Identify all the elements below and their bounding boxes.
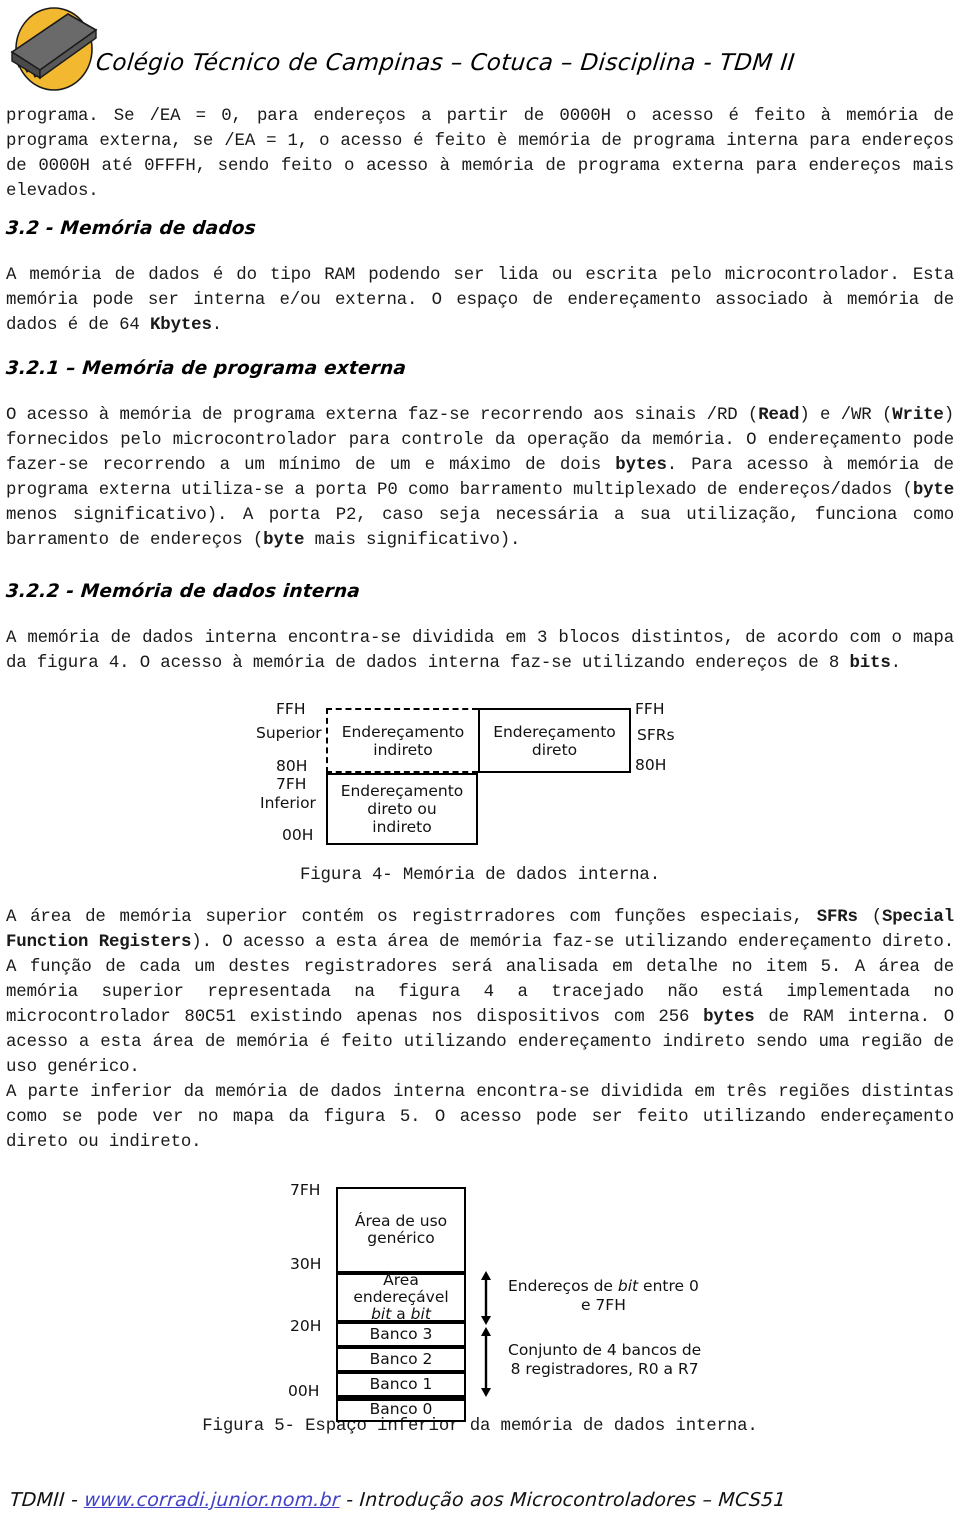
microcontroller-chip-icon xyxy=(10,7,98,91)
fig4-label-80h-left: 80H xyxy=(276,757,308,775)
figure-4-caption: Figura 4- Memória de dados interna. xyxy=(299,866,660,885)
fig4-block-line2: direto ou xyxy=(367,800,437,818)
paragraph-sfrs: A área de memória superior contém os reg… xyxy=(0,905,960,1080)
text-frag: . xyxy=(211,316,223,335)
fig5-label-00h: 00H xyxy=(288,1382,320,1400)
fig5-mid-a: a xyxy=(391,1305,411,1323)
footer-prefix: TDMII - xyxy=(9,1489,86,1511)
fig4-block-line3: indireto xyxy=(372,818,432,836)
footer-suffix: - Introdução aos Microcontroladores – MC… xyxy=(339,1489,787,1511)
fig5-label-20h: 20H xyxy=(290,1317,322,1335)
italic-bit: bit xyxy=(617,1277,639,1295)
paragraph-memoria-programa-externa: O acesso à memória de programa externa f… xyxy=(0,403,960,553)
fig5-row-line1: Área de uso xyxy=(354,1212,448,1230)
text-frag: ( xyxy=(857,908,882,927)
figure-5: 7FH 30H 20H 00H Área de uso genérico Áre… xyxy=(0,1179,960,1422)
paragraph-memoria-dados: A memória de dados é do tipo RAM podendo… xyxy=(0,263,960,338)
bold-read: Read xyxy=(758,406,800,425)
frag-b: entre 0 xyxy=(638,1277,699,1295)
page-footer: TDMII - www.corradi.junior.nom.br - Intr… xyxy=(0,1483,960,1531)
page-title: Colégio Técnico de Campinas – Cotuca – D… xyxy=(94,50,797,76)
fig5-row-banco-0: Banco 0 xyxy=(336,1397,466,1422)
fig5-row-label: Banco 0 xyxy=(369,1400,433,1418)
fig5-annotation-bit-range: Endereços de bit entre 0 e 7FH xyxy=(508,1277,699,1315)
figure-4: FFH Superior 80H 7FH Inferior 00H Endere… xyxy=(0,696,960,856)
fig4-label-ffh-right: FFH xyxy=(635,700,665,718)
paragraph-intro: programa. Se /EA = 0, para endereços a p… xyxy=(6,107,954,201)
fig5-italic-bit-2: bit xyxy=(410,1305,431,1323)
fig4-block-line2: direto xyxy=(531,740,578,759)
fig5-annotation-line2: e 7FH xyxy=(580,1296,626,1314)
text-frag: A memória de dados é do tipo RAM podendo… xyxy=(6,266,954,335)
heading-3-2: 3.2 - Memória de dados xyxy=(5,218,257,239)
fig5-label-7fh: 7FH xyxy=(290,1181,321,1199)
bold-sfrs: SFRs xyxy=(816,908,858,927)
fig4-label-inferior: Inferior xyxy=(260,794,316,812)
fig4-label-ffh-left: FFH xyxy=(276,700,306,718)
footer-website-link[interactable]: www.corradi.junior.nom.br xyxy=(84,1489,341,1511)
fig4-label-sfrs: SFRs xyxy=(637,726,675,744)
fig5-row-area-enderecavel-bit: Área endereçável bit a bit xyxy=(336,1271,466,1323)
figure-5-caption: Figura 5- Espaço inferior da memória de … xyxy=(202,1417,758,1436)
text-frag: mais significativo). xyxy=(304,531,521,550)
fig5-row-label: Banco 2 xyxy=(369,1350,433,1368)
paragraph-memoria-dados-interna: A memória de dados interna encontra-se d… xyxy=(0,626,960,676)
fig5-row-line2: genérico xyxy=(367,1229,435,1247)
fig5-row-banco-1-dup xyxy=(336,1372,466,1397)
bold-kbytes: Kbytes xyxy=(150,316,212,335)
fig4-label-7fh-left: 7FH xyxy=(276,775,307,793)
fig4-block-enderecamento-direto: Endereçamento direto xyxy=(478,708,631,773)
fig5-row-banco-2: Banco 2 xyxy=(336,1347,466,1372)
fig5-label-30h: 30H xyxy=(290,1255,322,1273)
fig4-block-enderecamento-indireto: Endereçamento indireto xyxy=(326,708,478,773)
fig4-block-direto-ou-indireto: Endereçamento direto ou indireto xyxy=(326,773,478,845)
fig5-annotation-banks: Conjunto de 4 bancos de 8 registradores,… xyxy=(508,1341,701,1379)
fig4-label-superior: Superior xyxy=(256,724,322,742)
page-header: Colégio Técnico de Campinas – Cotuca – D… xyxy=(0,0,960,98)
footer-line: TDMII - www.corradi.junior.nom.br - Intr… xyxy=(9,1489,786,1511)
fig4-label-80h-right: 80H xyxy=(635,756,667,774)
bold-bytes-2: bytes xyxy=(703,1008,755,1027)
fig5-row-label: Banco 3 xyxy=(369,1325,433,1343)
fig5-row-line1: Área endereçável xyxy=(353,1271,449,1306)
bold-bits: bits xyxy=(849,654,891,673)
fig5-annotation-line1: Conjunto de 4 bancos de xyxy=(508,1341,702,1359)
fig5-annotation-line1: Endereços de bit entre 0 xyxy=(508,1277,699,1296)
bold-byte-1: byte xyxy=(912,481,954,500)
bold-byte-2: byte xyxy=(263,531,305,550)
text-frag: A área de memória superior contém os reg… xyxy=(6,908,817,927)
fig4-block-line2: indireto xyxy=(373,740,433,759)
fig5-arrows-icon xyxy=(481,1271,491,1397)
fig5-row-line2: bit a bit xyxy=(371,1306,431,1323)
text-frag: O acesso à memória de programa externa f… xyxy=(6,406,759,425)
frag-a: Endereços de xyxy=(508,1277,618,1295)
fig5-italic-bit-1: bit xyxy=(371,1305,392,1323)
text-frag: . xyxy=(890,654,901,673)
paragraph-parte-inferior: A parte inferior da memória de dados int… xyxy=(6,1083,954,1152)
text-frag: A memória de dados interna encontra-se d… xyxy=(6,629,954,673)
bold-bytes: bytes xyxy=(615,456,667,475)
heading-3-2-2: 3.2.2 - Memória de dados interna xyxy=(5,581,361,602)
document-body: programa. Se /EA = 0, para endereços a p… xyxy=(0,104,960,1436)
fig4-block-line1: Endereçamento xyxy=(341,722,465,741)
fig5-row-banco-3: Banco 3 xyxy=(336,1322,466,1347)
heading-3-2-1: 3.2.1 – Memória de programa externa xyxy=(5,358,408,379)
bold-write: Write xyxy=(892,406,944,425)
fig4-label-00h-left: 00H xyxy=(282,826,314,844)
fig5-row-area-uso-generico: Área de uso genérico xyxy=(336,1187,466,1273)
fig4-block-line1: Endereçamento xyxy=(340,782,464,800)
fig5-annotation-line2: 8 registradores, R0 a R7 xyxy=(510,1360,699,1378)
text-frag: ) e /WR ( xyxy=(799,406,893,425)
fig4-block-line1: Endereçamento xyxy=(493,722,616,741)
